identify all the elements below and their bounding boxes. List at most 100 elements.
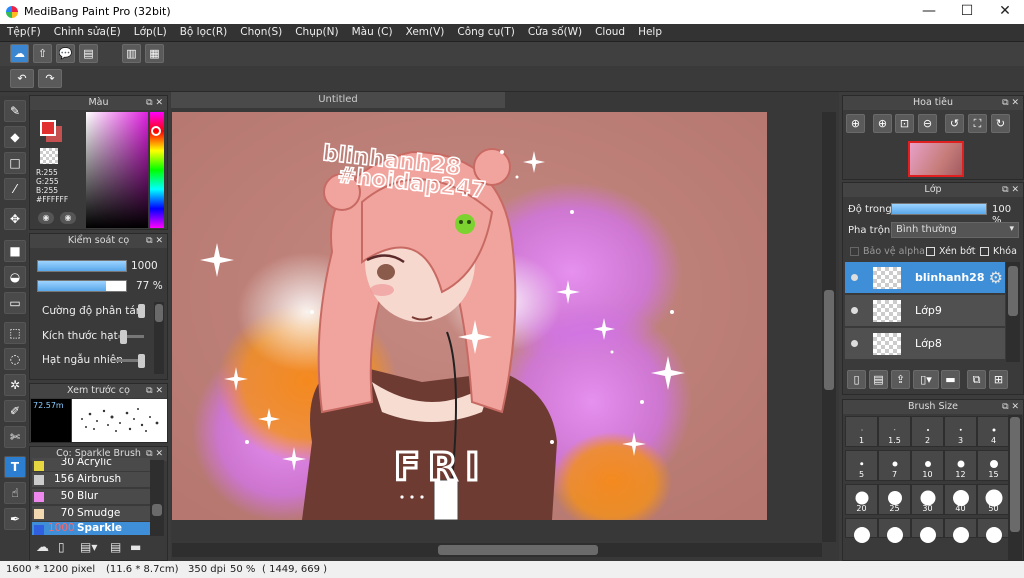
random-handle[interactable]	[138, 354, 145, 368]
bucket-tool-icon[interactable]: ◒	[4, 266, 26, 288]
color-wheel-icon[interactable]: ◉	[38, 212, 54, 224]
select-pen-icon[interactable]: ✐	[4, 400, 26, 422]
dot-tool-icon[interactable]: ⁄	[4, 178, 26, 200]
maximize-button[interactable]: ☐	[948, 0, 986, 24]
blend-mode-select[interactable]: Bình thường ▾	[891, 222, 1019, 238]
lock-checkbox[interactable]	[980, 247, 989, 256]
brush-size-option[interactable]: 10	[911, 450, 944, 481]
menu-file[interactable]: Tệp(F)	[0, 24, 47, 38]
undo-icon[interactable]: ↶	[10, 69, 34, 88]
brush-size-option[interactable]: 3	[944, 416, 977, 447]
particle-handle[interactable]	[120, 330, 127, 344]
layer-opacity-slider[interactable]	[891, 203, 987, 215]
panel-close-icon[interactable]: ⧉ ✕	[1002, 400, 1019, 414]
move-tool-icon[interactable]: ✥	[4, 208, 26, 230]
rectangle-tool-icon[interactable]: □	[4, 152, 26, 174]
layer-folder-icon[interactable]: ▬	[941, 370, 960, 389]
comment-icon[interactable]: 💬	[56, 44, 75, 63]
brush-size-option[interactable]	[944, 518, 977, 544]
brush-size-option[interactable]: 30	[911, 484, 944, 515]
eye-icon[interactable]	[851, 340, 858, 347]
magic-wand-icon[interactable]: ✲	[4, 374, 26, 396]
panel-close-icon[interactable]: ⧉ ✕	[146, 234, 163, 248]
menu-color[interactable]: Màu (C)	[345, 24, 399, 38]
brush-size-option[interactable]: 5	[845, 450, 878, 481]
saturation-value-picker[interactable]	[86, 112, 148, 228]
cloud-save-icon[interactable]: ☁	[10, 44, 29, 63]
menu-select[interactable]: Chọn(S)	[233, 24, 288, 38]
panel-close-icon[interactable]: ⧉ ✕	[146, 96, 163, 110]
artwork-canvas[interactable]: FRI blinhanh28 #hoidap247	[172, 112, 767, 520]
gradient-tool-icon[interactable]: ▭	[4, 292, 26, 314]
eye-icon[interactable]	[851, 307, 858, 314]
hue-handle[interactable]	[151, 126, 161, 136]
scatter-handle[interactable]	[138, 304, 145, 318]
brush-item-blur[interactable]: 50 Blur	[32, 489, 150, 505]
menu-cloud[interactable]: Cloud	[588, 24, 631, 38]
brush-size-option[interactable]	[911, 518, 944, 544]
select-tool-icon[interactable]: ⬚	[4, 322, 26, 344]
brush-item-acrylic[interactable]: 30 Acrylic	[32, 458, 150, 472]
canvas-tab[interactable]: Untitled	[171, 92, 505, 108]
fill-rect-tool-icon[interactable]: ■	[4, 240, 26, 262]
rotate-left-icon[interactable]: ↺	[945, 114, 964, 133]
close-button[interactable]: ✕	[986, 0, 1024, 24]
panel-layout-icon[interactable]: ▥	[122, 44, 141, 63]
new-layer-icon[interactable]: ▯	[847, 370, 866, 389]
menu-filter[interactable]: Bộ lọc(R)	[173, 24, 234, 38]
eye-icon[interactable]	[851, 274, 858, 281]
eyedropper-tool-icon[interactable]: ✒	[4, 508, 26, 530]
brush-item-sparkle[interactable]: 1000Sparkle Brush	[32, 522, 150, 536]
brush-size-option[interactable]	[977, 518, 1010, 544]
menu-edit[interactable]: Chỉnh sửa(E)	[47, 24, 127, 38]
menu-help[interactable]: Help	[631, 24, 668, 38]
menu-tools[interactable]: Công cụ(T)	[450, 24, 520, 38]
new-brush-icon[interactable]: ▯	[58, 540, 65, 554]
menu-layer[interactable]: Lớp(L)	[127, 24, 173, 38]
layer-row-lop8[interactable]: Lớp8	[845, 328, 1005, 360]
zoom-out-icon[interactable]: ⊖	[918, 114, 937, 133]
brush-settings-icon[interactable]: ▤	[110, 540, 121, 554]
duplicate-layer-icon[interactable]: ⧉	[967, 370, 986, 389]
brush-size-option[interactable]: 15	[977, 450, 1010, 481]
lasso-tool-icon[interactable]: ◌	[4, 348, 26, 370]
panel-close-icon[interactable]: ⧉ ✕	[146, 384, 163, 398]
brush-size-option[interactable]: 4	[977, 416, 1010, 447]
layer-menu-icon[interactable]: ▯▾	[913, 370, 939, 389]
brush-control-scrollbar[interactable]	[154, 302, 164, 374]
text-tool-icon[interactable]: T	[4, 456, 26, 478]
brush-folder-icon[interactable]: ▬	[130, 540, 141, 554]
panel-close-icon[interactable]: ⧉ ✕	[1002, 183, 1019, 197]
brush-size-scrollbar[interactable]	[1008, 415, 1022, 560]
flip-icon[interactable]: ⛶	[968, 114, 987, 133]
brush-menu-icon[interactable]: ▤▾	[80, 540, 97, 554]
add-brush-icon[interactable]: ☁	[36, 540, 49, 555]
zoom-fit-icon[interactable]: ⊕	[846, 114, 865, 133]
transparent-color-swatch[interactable]	[40, 148, 58, 164]
brush-size-option[interactable]: 1	[845, 416, 878, 447]
foreground-color-swatch[interactable]	[40, 120, 56, 136]
upload-icon[interactable]: ⇧	[33, 44, 52, 63]
clipping-checkbox[interactable]	[926, 247, 935, 256]
eraser-tool-icon[interactable]: ◆	[4, 126, 26, 148]
brush-size-option[interactable]: 40	[944, 484, 977, 515]
brush-tool-icon[interactable]: ✎	[4, 100, 26, 122]
fit-window-icon[interactable]: ⊡	[895, 114, 914, 133]
rotate-right-icon[interactable]: ↻	[991, 114, 1010, 133]
redo-icon[interactable]: ↷	[38, 69, 62, 88]
brush-size-option[interactable]: 7	[878, 450, 911, 481]
menu-snap[interactable]: Chụp(N)	[288, 24, 344, 38]
brush-size-option[interactable]	[878, 518, 911, 544]
menu-window[interactable]: Cửa số(W)	[521, 24, 588, 38]
brush-size-slider[interactable]	[37, 260, 127, 272]
canvas-horizontal-scrollbar[interactable]	[172, 543, 822, 557]
panel-close-icon[interactable]: ⧉ ✕	[1002, 96, 1019, 110]
message-icon[interactable]: ▤	[79, 44, 98, 63]
brush-size-option[interactable]	[845, 518, 878, 544]
brush-opacity-slider[interactable]	[37, 280, 127, 292]
brush-size-option[interactable]: 50	[977, 484, 1010, 515]
select-eraser-icon[interactable]: ✄	[4, 426, 26, 448]
brush-item-smudge[interactable]: 70 Smudge	[32, 506, 150, 522]
layers-scrollbar[interactable]	[1006, 262, 1020, 362]
brush-size-option[interactable]: 2	[911, 416, 944, 447]
